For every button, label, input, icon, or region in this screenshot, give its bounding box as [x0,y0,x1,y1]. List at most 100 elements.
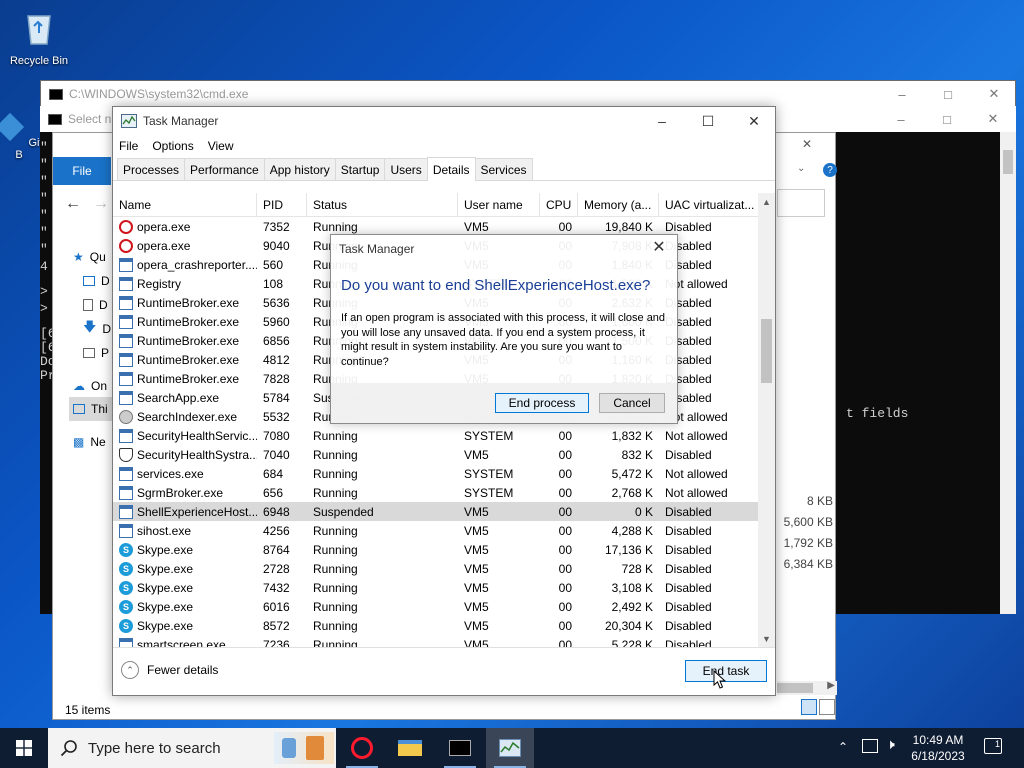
taskbar-opera[interactable] [338,728,386,768]
task-manager-menubar: File Options View [113,135,775,157]
tab-performance[interactable]: Performance [184,158,265,180]
close-icon[interactable]: ✕ [731,107,777,135]
taskbar-command-prompt[interactable] [436,728,484,768]
scroll-right-icon[interactable]: ▶ [827,680,835,691]
cmd-scrollbar[interactable] [1000,132,1016,614]
details-scrollbar[interactable]: ▲ ▼ [758,193,775,647]
minimize-icon[interactable]: – [639,107,685,135]
explorer-close-icon[interactable]: ✕ [777,133,837,155]
recycle-bin-shortcut[interactable]: Recycle Bin [4,8,74,67]
task-manager-footer: ⌃ Fewer details End task [113,647,775,695]
cancel-button[interactable]: Cancel [599,393,665,413]
help-icon[interactable]: ? [823,163,837,177]
cell-cpu: 00 [558,523,572,538]
large-icons-view-icon[interactable] [819,699,835,715]
close-icon[interactable]: ✕ [971,81,1017,107]
tab-services[interactable]: Services [474,158,533,180]
scroll-thumb[interactable] [761,319,772,383]
explorer-hscrollbar[interactable]: ▶ [777,680,837,695]
maximize-icon[interactable]: □ [925,81,971,107]
explorer-file-tab[interactable]: File [53,157,111,185]
taskbar-clock[interactable]: 10:49 AM 6/18/2023 [905,732,971,764]
column-header-status[interactable]: Status [307,193,458,217]
taskbar-file-explorer[interactable] [386,728,434,768]
cell-memory: 5,228 K [611,637,653,648]
explorer-hscroll-thumb[interactable] [777,683,813,693]
network-icon: ▩ [73,435,85,449]
table-row[interactable]: smartscreen.exe 7236 Running VM5 00 5,228 K Di… [113,635,759,647]
table-row[interactable]: S Skype.exe 6016 Running VM5 00 2,492 K Disable… [113,597,759,616]
cell-cpu: 00 [558,618,572,633]
back-arrow-icon[interactable]: ← [65,195,81,213]
nav-pictures[interactable]: P [73,341,113,365]
minimize-icon[interactable]: – [878,106,924,132]
cmd-scroll-thumb[interactable] [1003,150,1013,174]
details-view-icon[interactable] [801,699,817,715]
nav-network[interactable]: ▩ Ne [73,421,113,453]
table-row[interactable]: S Skype.exe 7432 Running VM5 00 3,108 K Disable… [113,578,759,597]
scroll-down-icon[interactable]: ▼ [758,630,775,647]
explorer-search-box[interactable] [777,189,825,217]
git-shortcut[interactable]: Git B [0,112,44,161]
cell-pid: 7040 [263,447,290,462]
fewer-details-button[interactable]: ⌃ Fewer details [121,661,218,679]
minimize-icon[interactable]: – [879,81,925,107]
column-header-name[interactable]: Name ⌃ [113,193,257,217]
process-name: SgrmBroker.exe [137,485,224,500]
maximize-icon[interactable]: ☐ [685,107,731,135]
chevron-down-icon[interactable]: ⌄ [797,163,805,174]
table-row[interactable]: ShellExperienceHost.... 6948 Suspended VM5 0… [113,502,759,521]
close-icon[interactable]: ✕ [970,106,1016,132]
table-row[interactable]: services.exe 684 Running SYSTEM 00 5,472 K Not… [113,464,759,483]
tab-app-history[interactable]: App history [263,158,336,180]
cell-status: Running [313,637,358,648]
chevron-up-icon[interactable]: ⌃ [838,740,848,754]
nav-quick-access[interactable]: ★ Qu [73,245,113,269]
cmd-back-titlebar[interactable]: C:\WINDOWS\system32\cmd.exe [41,81,1015,107]
tab-users[interactable]: Users [384,158,428,180]
table-row[interactable]: S Skype.exe 8764 Running VM5 00 17,136 K Disabl… [113,540,759,559]
table-row[interactable]: S Skype.exe 2728 Running VM5 00 728 K Disabled [113,559,759,578]
table-row[interactable]: SecurityHealthSystra... 7040 Running VM5 00 8… [113,445,759,464]
table-row[interactable]: sihost.exe 4256 Running VM5 00 4,288 K Disable… [113,521,759,540]
table-row[interactable]: S Skype.exe 8572 Running VM5 00 20,304 K Disabl… [113,616,759,635]
network-icon[interactable] [862,739,878,753]
scroll-up-icon[interactable]: ▲ [758,193,775,210]
volume-muted-icon[interactable]: 🕨 [886,736,895,753]
table-row[interactable]: SecurityHealthServic... 7080 Running SYSTEM… [113,426,759,445]
column-header-user[interactable]: User name [458,193,540,217]
start-button[interactable] [0,728,48,768]
forward-arrow-icon[interactable]: → [93,195,109,213]
win-process-icon [119,504,133,519]
tab-processes[interactable]: Processes [117,158,186,180]
tab-details[interactable]: Details [426,157,476,181]
nav-desktop[interactable]: D [73,269,113,293]
tab-startup[interactable]: Startup [334,158,386,180]
win-process-icon [119,333,133,348]
column-header-memory[interactable]: Memory (a... [578,193,659,217]
menu-file[interactable]: File [119,139,138,153]
cell-uac: Not allowed [665,428,728,443]
column-header-pid[interactable]: PID [257,193,307,217]
taskbar-task-manager[interactable] [486,728,534,768]
cell-pid: 9040 [263,238,290,253]
end-process-button[interactable]: End process [495,393,589,413]
nav-downloads[interactable]: 🡇 D [73,317,113,341]
table-row[interactable]: SgrmBroker.exe 656 Running SYSTEM 00 2,768 K N… [113,483,759,502]
notification-center-icon[interactable]: 1 [984,738,1002,754]
menu-view[interactable]: View [208,139,234,153]
end-process-dialog[interactable]: Task Manager ✕ Do you want to end ShellE… [330,234,678,424]
maximize-icon[interactable]: □ [924,106,970,132]
cell-user: VM5 [464,599,489,614]
column-header-uac[interactable]: UAC virtualizat... [659,193,759,217]
column-header-cpu[interactable]: CPU [540,193,578,217]
task-manager-tabs: Processes Performance App history Startu… [113,157,775,181]
menu-options[interactable]: Options [152,139,193,153]
cell-pid: 560 [263,257,284,272]
dialog-heading: Do you want to end ShellExperienceHost.e… [341,277,651,294]
cell-status: Running [313,466,358,481]
nav-onedrive[interactable]: ☁ On [73,365,113,397]
dialog-close-icon[interactable]: ✕ [649,237,669,257]
taskbar-search-box[interactable]: Type here to search [48,728,336,768]
nav-documents[interactable]: D [73,293,113,317]
